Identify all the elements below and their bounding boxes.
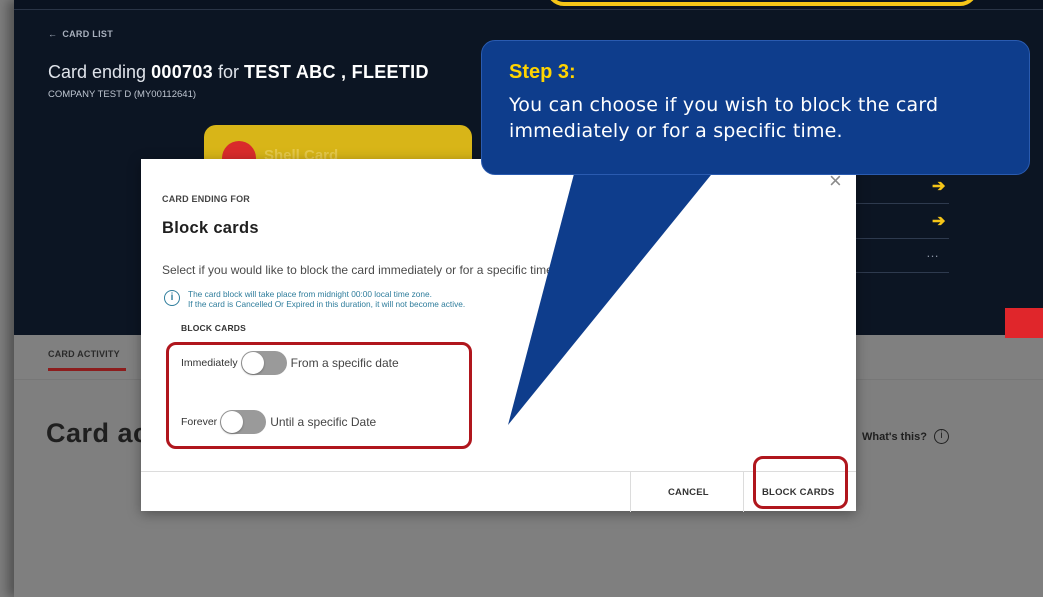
toggle-knob [241,352,264,374]
back-link-label: CARD LIST [62,29,114,39]
block-start-toggle-row: Immediately From a specific date [181,351,399,375]
block-start-toggle[interactable] [240,351,287,375]
toggle-label-specific-date: From a specific date [290,356,399,370]
arrow-right-icon[interactable]: ➔ [932,176,945,196]
red-side-tab[interactable] [1005,308,1043,338]
info-icon: i [164,290,180,306]
title-prefix: Card ending [48,62,147,82]
divider [854,272,949,273]
divider [743,472,744,512]
info-line-1: The card block will take place from midn… [188,289,432,299]
block-cards-button[interactable]: BLOCK CARDS [762,487,834,498]
block-cards-label: BLOCK CARDS [181,323,247,333]
cancel-button[interactable]: CANCEL [668,487,709,498]
whats-this-link[interactable]: What's this? [862,431,927,443]
highlight-outline-top [546,0,978,6]
toggle-knob [221,411,244,433]
toggle-label-immediately: Immediately [181,357,238,369]
callout-text: You can choose if you wish to block the … [509,94,939,142]
toggle-label-until-date: Until a specific Date [270,415,377,429]
company-name: COMPANY TEST D (MY00112641) [48,89,197,100]
modal-title: Block cards [162,219,259,237]
block-cards-modal: × CARD ENDING FOR Block cards Select if … [141,159,856,512]
page-title: Card ending 000703 for TEST ABC , FLEETI… [48,62,429,83]
divider [854,203,949,204]
block-duration-toggle-row: Forever Until a specific Date [181,410,376,434]
back-arrow-icon: ← [48,29,58,39]
info-icon[interactable]: i [934,429,949,444]
divider [854,238,949,239]
title-for: for [217,62,239,82]
tab-active-indicator [48,368,126,371]
tab-card-activity[interactable]: CARD ACTIVITY [48,349,120,359]
card-holder: TEST ABC , FLEETID [244,62,429,82]
callout-step: Step 3: [509,61,576,83]
divider [630,472,631,512]
card-number: 000703 [151,62,213,82]
arrow-right-icon[interactable]: ➔ [932,211,945,231]
modal-footer: CANCEL BLOCK CARDS [141,471,856,512]
block-duration-toggle[interactable] [220,410,267,434]
back-link-card-list[interactable]: ← CARD LIST [48,29,113,39]
modal-description: Select if you would like to block the ca… [162,263,557,277]
modal-kicker: CARD ENDING FOR [162,194,250,204]
info-note: The card block will take place from midn… [188,289,465,309]
info-line-2: If the card is Cancelled Or Expired in t… [188,299,466,309]
section-heading: Card ac [46,418,149,448]
toggle-label-forever: Forever [181,416,218,428]
more-icon[interactable]: … [926,245,939,260]
